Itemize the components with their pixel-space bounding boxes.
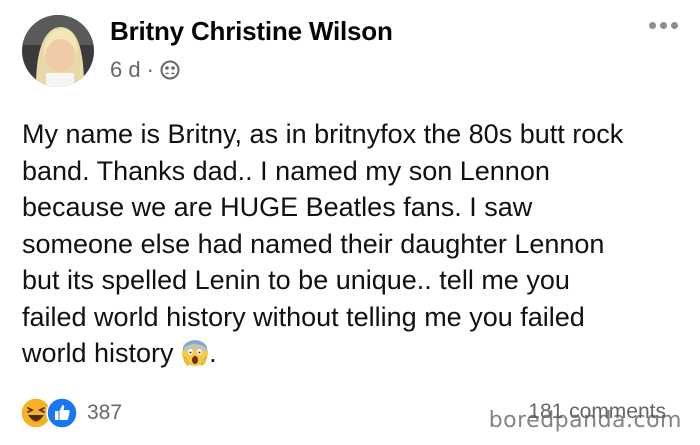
post-text-line: world history [22, 338, 174, 368]
post-text-line: because we are HUGE Beatles fans. I saw [22, 192, 533, 222]
post-text-line: but its spelled Lenin to be unique.. tel… [22, 265, 570, 295]
reactions-summary[interactable]: 387 [20, 397, 122, 429]
post-meta: 6 d · [110, 57, 180, 83]
reaction-count: 387 [87, 401, 123, 424]
avatar[interactable] [22, 15, 94, 87]
timestamp[interactable]: 6 d [110, 57, 141, 83]
meta-separator: · [146, 57, 154, 82]
author-name[interactable]: Britny Christine Wilson [110, 16, 393, 47]
post-text-line: failed world history without telling me … [22, 301, 585, 332]
facebook-post: Britny Christine Wilson 6 d · My name is… [0, 0, 700, 445]
post-text-tail: . [209, 338, 217, 368]
post-text-line: someone else had named their daughter Le… [22, 228, 605, 259]
friends-icon[interactable] [160, 60, 180, 80]
post-text-last-line: world history . [22, 335, 682, 372]
like-reaction-icon [46, 397, 78, 429]
watermark: boredpanda.com [488, 408, 682, 433]
post-text-line: band. Thanks dad.. I named my son Lennon [22, 155, 550, 186]
post-text: My name is Britny, as in britnyfox the 8… [22, 116, 682, 372]
post-text-line: My name is Britny, as in britnyfox the 8… [22, 119, 624, 149]
more-options-icon[interactable] [649, 22, 678, 29]
face-screaming-in-fear-icon [181, 339, 209, 367]
